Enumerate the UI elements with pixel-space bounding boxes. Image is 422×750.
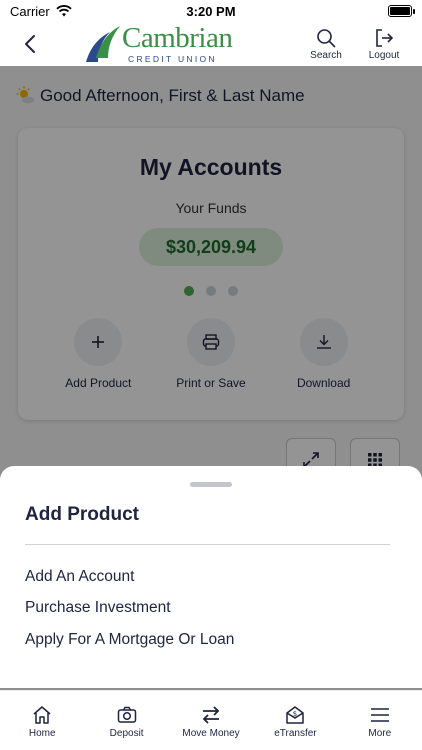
menu-icon: [370, 708, 389, 722]
logout-icon: [376, 28, 394, 47]
tab-more-label: More: [368, 728, 392, 739]
svg-text:$: $: [293, 710, 297, 718]
tab-etransfer-label: eTransfer: [274, 728, 317, 739]
tab-more[interactable]: More: [338, 691, 422, 750]
chevron-left-icon: [25, 35, 35, 53]
tab-bar: Home Deposit Move Money $ eTransfer More: [0, 690, 422, 750]
etransfer-icon: $: [286, 706, 305, 724]
tab-etransfer[interactable]: $ eTransfer: [253, 691, 337, 750]
search-label: Search: [310, 49, 342, 61]
tab-deposit-label: Deposit: [109, 728, 144, 739]
back-button[interactable]: [10, 22, 50, 66]
camera-icon: [117, 706, 136, 723]
home-icon: [33, 706, 51, 724]
logo-name: Cambrian: [122, 22, 233, 55]
header-actions: Search Logout: [308, 22, 402, 66]
tab-deposit[interactable]: Deposit: [84, 691, 168, 750]
brand-logo: Cambrian CREDIT UNION: [80, 22, 233, 66]
logout-label: Logout: [368, 49, 400, 61]
tab-move-money-label: Move Money: [182, 728, 240, 739]
logout-button[interactable]: Logout: [366, 28, 402, 61]
status-bar: Carrier 3:20 PM: [0, 0, 422, 22]
sheet-title: Add Product: [25, 504, 139, 525]
logo-mark-icon: [86, 26, 120, 62]
sheet-divider: [25, 544, 390, 545]
logo-subtitle: CREDIT UNION: [128, 54, 217, 65]
add-product-sheet: Add Product Add An Account Purchase Inve…: [0, 466, 422, 688]
option-apply-mortgage-loan[interactable]: Apply For A Mortgage Or Loan: [25, 631, 234, 649]
status-left: Carrier: [10, 4, 72, 19]
status-time: 3:20 PM: [186, 3, 236, 19]
wifi-icon: [56, 5, 72, 17]
search-button[interactable]: Search: [308, 28, 344, 61]
search-icon: [317, 28, 336, 47]
tab-home-label: Home: [28, 728, 56, 739]
transfer-icon: [202, 706, 220, 724]
sheet-grabber[interactable]: [190, 482, 232, 487]
option-add-account[interactable]: Add An Account: [25, 568, 134, 586]
app-header: Cambrian CREDIT UNION Search Logout: [0, 22, 422, 66]
carrier-label: Carrier: [10, 3, 50, 19]
logo-text: Cambrian CREDIT UNION: [122, 22, 233, 65]
option-purchase-investment[interactable]: Purchase Investment: [25, 599, 171, 617]
tab-move-money[interactable]: Move Money: [169, 691, 253, 750]
tab-home[interactable]: Home: [0, 691, 84, 750]
battery-icon: [388, 5, 415, 17]
